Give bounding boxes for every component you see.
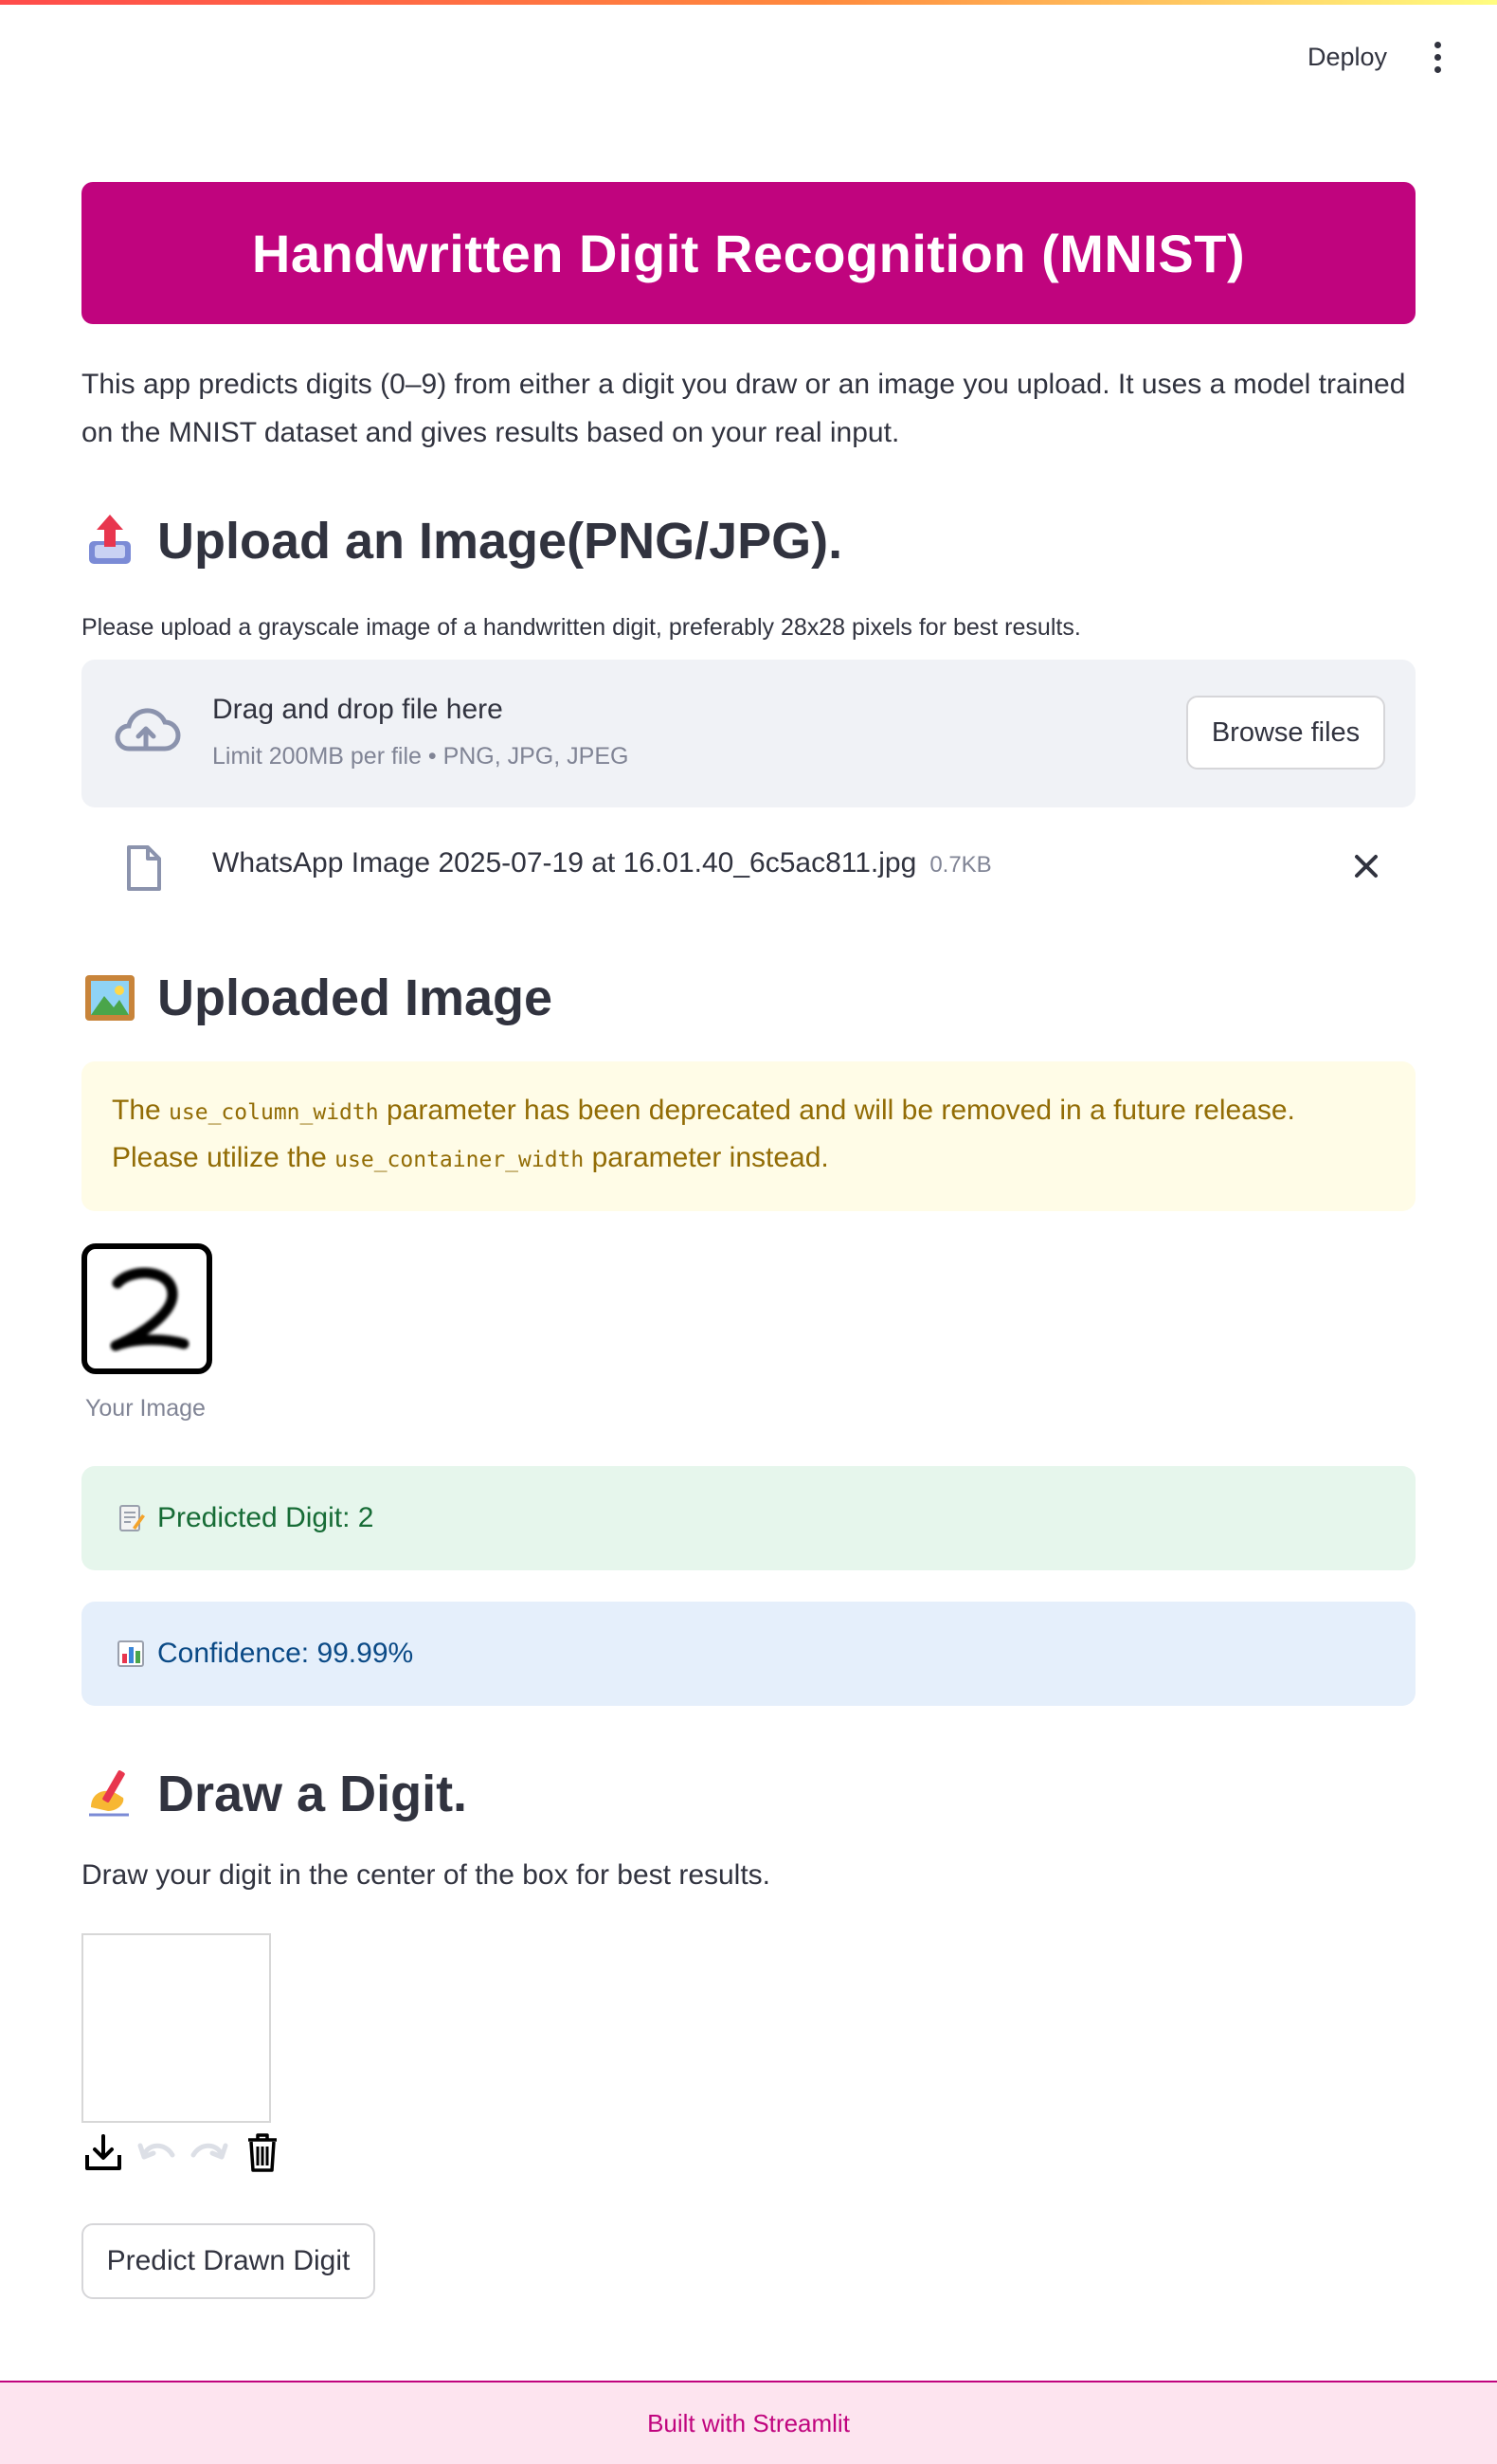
memo-icon [119, 1505, 145, 1531]
warning-code-2: use_container_width [334, 1148, 585, 1172]
deploy-button[interactable]: Deploy [1300, 38, 1395, 76]
upload-instruction: Please upload a grayscale image of a han… [81, 614, 1081, 641]
confidence-text: Confidence: 99.99% [157, 1638, 414, 1669]
uploaded-image-heading-text: Uploaded Image [157, 969, 553, 1026]
writing-hand-icon [89, 1770, 129, 1817]
upload-heading: Upload an Image(PNG/JPG). [81, 512, 842, 571]
redo-icon[interactable] [188, 2130, 231, 2174]
file-icon [127, 845, 161, 891]
predict-drawn-digit-button[interactable]: Predict Drawn Digit [81, 2223, 375, 2299]
framed-picture-icon [85, 975, 135, 1021]
file-size: 0.7KB [929, 852, 992, 878]
browse-files-button[interactable]: Browse files [1186, 696, 1385, 770]
outbox-tray-icon [89, 515, 131, 564]
draw-instruction: Draw your digit in the center of the box… [81, 1859, 771, 1891]
draw-heading: Draw a Digit. [81, 1765, 467, 1823]
warning-text-3: parameter instead. [591, 1142, 829, 1173]
trash-icon[interactable] [241, 2130, 284, 2174]
draw-heading-text: Draw a Digit. [157, 1766, 468, 1822]
page-title: Handwritten Digit Recognition (MNIST) [251, 223, 1246, 283]
title-banner: Handwritten Digit Recognition (MNIST) [81, 182, 1416, 324]
bar-chart-icon [117, 1640, 144, 1667]
download-icon[interactable] [81, 2130, 125, 2174]
uploaded-image-heading: Uploaded Image [81, 969, 552, 1027]
upload-heading-text: Upload an Image(PNG/JPG). [157, 513, 843, 570]
uploaded-file-row: WhatsApp Image 2025-07-19 at 16.01.40_6c… [81, 830, 1416, 906]
predicted-digit-text: Predicted Digit: 2 [157, 1502, 374, 1533]
uploaded-digit-image [81, 1243, 212, 1374]
dropzone-title: Drag and drop file here [212, 694, 503, 725]
warning-code-1: use_column_width [169, 1100, 379, 1125]
top-decoration-bar [0, 0, 1497, 5]
file-dropzone[interactable]: Drag and drop file here Limit 200MB per … [81, 660, 1416, 807]
confidence-info-box: Confidence: 99.99% [81, 1602, 1416, 1706]
built-with-streamlit-link[interactable]: Built with Streamlit [647, 2409, 850, 2438]
more-vertical-icon[interactable] [1421, 38, 1453, 76]
drawing-canvas[interactable] [81, 1933, 271, 2123]
deprecation-warning: The use_column_width parameter has been … [81, 1061, 1416, 1211]
file-name: WhatsApp Image 2025-07-19 at 16.01.40_6c… [212, 847, 992, 879]
close-icon[interactable] [1347, 847, 1385, 885]
footer: Built with Streamlit [0, 2381, 1497, 2464]
undo-icon[interactable] [135, 2130, 178, 2174]
file-name-text: WhatsApp Image 2025-07-19 at 16.01.40_6c… [212, 847, 917, 879]
intro-text: This app predicts digits (0–9) from eith… [81, 369, 1406, 448]
cloud-upload-icon [115, 708, 181, 752]
prediction-success-box: Predicted Digit: 2 [81, 1466, 1416, 1570]
image-caption: Your Image [85, 1395, 206, 1422]
dropzone-limit: Limit 200MB per file • PNG, JPG, JPEG [212, 743, 629, 770]
warning-text-1: The [112, 1095, 161, 1126]
